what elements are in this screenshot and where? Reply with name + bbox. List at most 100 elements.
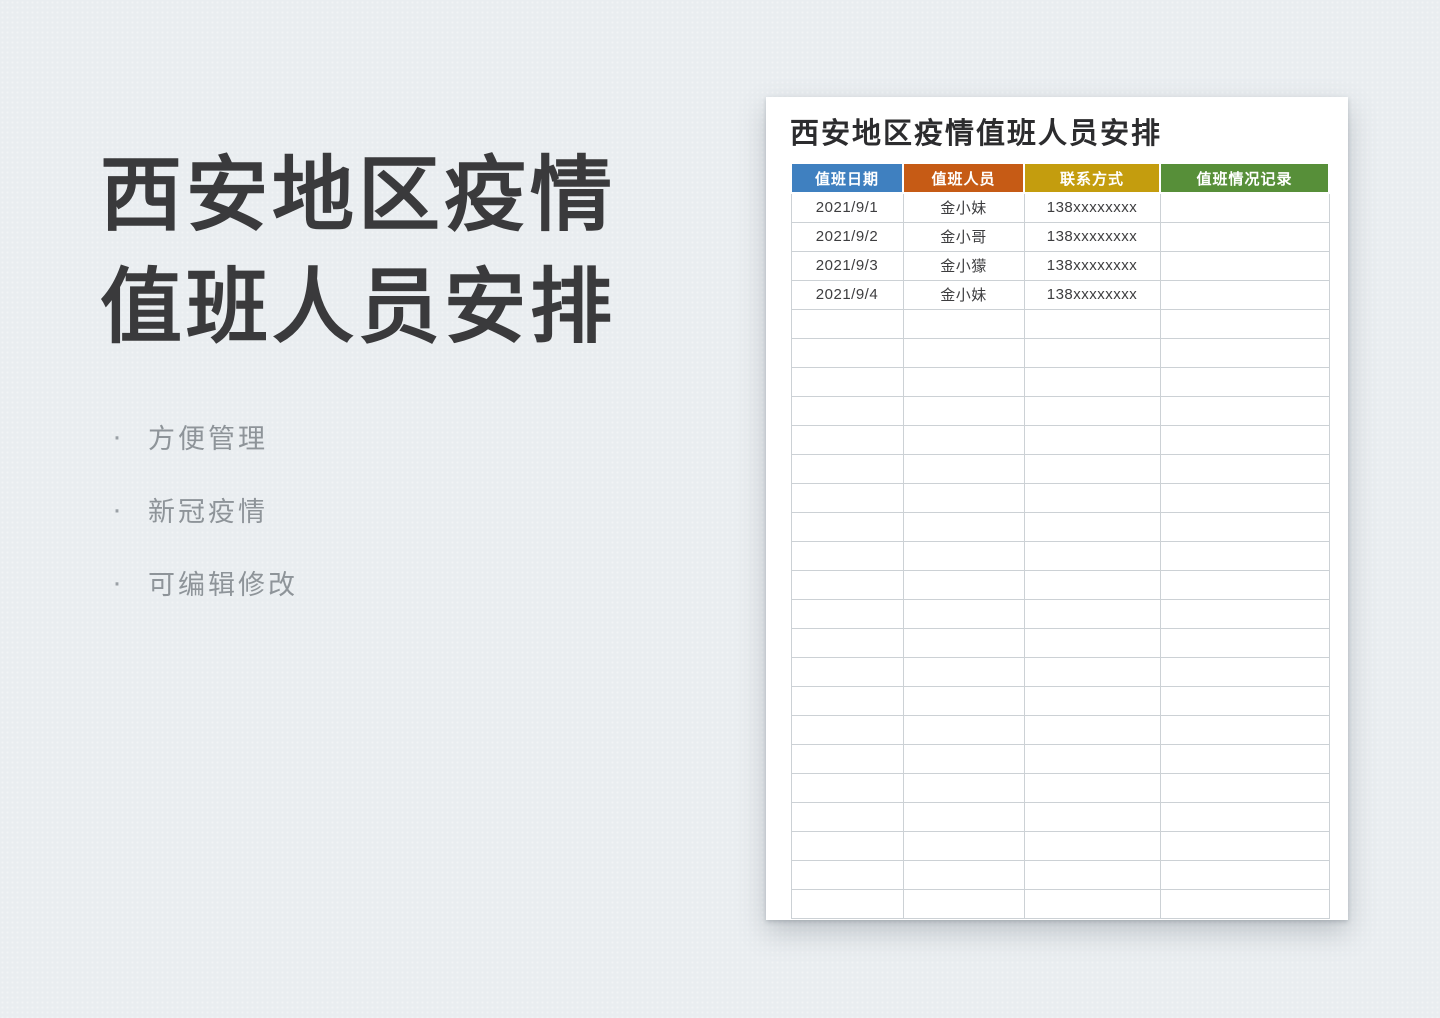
- empty-row: [791, 425, 1329, 454]
- table-cell: [1160, 860, 1329, 889]
- table-cell: 138xxxxxxxx: [1024, 251, 1160, 280]
- table-cell: [1024, 454, 1160, 483]
- table-cell: [1024, 570, 1160, 599]
- table-cell: [1024, 309, 1160, 338]
- table-cell: [1160, 744, 1329, 773]
- table-cell: [791, 657, 903, 686]
- table-cell: 金小妹: [903, 280, 1024, 309]
- empty-row: [791, 396, 1329, 425]
- table-cell: [903, 773, 1024, 802]
- empty-row: [791, 541, 1329, 570]
- column-header: 值班日期: [791, 163, 903, 193]
- table-cell: [1024, 860, 1160, 889]
- table-cell: [791, 686, 903, 715]
- table-cell: [903, 860, 1024, 889]
- duty-row: 2021/9/2金小哥138xxxxxxxx: [791, 222, 1329, 251]
- table-cell: [1024, 744, 1160, 773]
- table-cell: [791, 512, 903, 541]
- table-cell: [791, 338, 903, 367]
- table-cell: [791, 715, 903, 744]
- table-cell: [903, 396, 1024, 425]
- table-cell: [1024, 425, 1160, 454]
- table-cell: [1024, 889, 1160, 918]
- empty-row: [791, 483, 1329, 512]
- empty-row: [791, 860, 1329, 889]
- table-cell: [791, 860, 903, 889]
- empty-row: [791, 744, 1329, 773]
- empty-row: [791, 831, 1329, 860]
- table-cell: [1160, 454, 1329, 483]
- empty-row: [791, 570, 1329, 599]
- table-cell: [903, 744, 1024, 773]
- table-cell: [791, 309, 903, 338]
- table-cell: [1160, 396, 1329, 425]
- empty-row: [791, 367, 1329, 396]
- table-cell: [791, 831, 903, 860]
- table-cell: [791, 367, 903, 396]
- sheet-card: 西安地区疫情值班人员安排 值班日期值班人员联系方式值班情况记录 2021/9/1…: [766, 97, 1348, 920]
- table-cell: [903, 628, 1024, 657]
- table-cell: 金小獴: [903, 251, 1024, 280]
- table-cell: [791, 483, 903, 512]
- table-cell: [903, 338, 1024, 367]
- table-cell: [1160, 599, 1329, 628]
- table-cell: 2021/9/4: [791, 280, 903, 309]
- table-cell: [903, 889, 1024, 918]
- table-cell: 138xxxxxxxx: [1024, 222, 1160, 251]
- bullet-dot-icon: ·: [112, 568, 125, 598]
- column-header: 联系方式: [1024, 163, 1160, 193]
- table-cell: [1160, 367, 1329, 396]
- table-cell: 金小妹: [903, 193, 1024, 222]
- duty-row: 2021/9/4金小妹138xxxxxxxx: [791, 280, 1329, 309]
- empty-row: [791, 454, 1329, 483]
- table-cell: [1024, 338, 1160, 367]
- table-cell: [791, 802, 903, 831]
- table-cell: [791, 599, 903, 628]
- empty-row: [791, 889, 1329, 918]
- table-cell: [1024, 657, 1160, 686]
- table-cell: [791, 773, 903, 802]
- feature-item-label: 方便管理: [148, 424, 268, 454]
- bullet-dot-icon: ·: [112, 495, 125, 525]
- page-title-line2: 值班人员安排: [100, 262, 616, 353]
- bullet-dot-icon: ·: [112, 422, 125, 452]
- empty-row: [791, 512, 1329, 541]
- table-cell: [791, 570, 903, 599]
- table-cell: [903, 541, 1024, 570]
- column-header: 值班人员: [903, 163, 1024, 193]
- table-cell: [791, 541, 903, 570]
- table-cell: [1160, 570, 1329, 599]
- empty-row: [791, 628, 1329, 657]
- table-cell: [791, 425, 903, 454]
- table-cell: [1024, 367, 1160, 396]
- table-cell: [903, 657, 1024, 686]
- table-cell: 2021/9/3: [791, 251, 903, 280]
- table-cell: [1024, 686, 1160, 715]
- feature-item-editable: · 可编辑修改: [112, 570, 700, 600]
- table-cell: [1024, 802, 1160, 831]
- empty-row: [791, 599, 1329, 628]
- header-row: 值班日期值班人员联系方式值班情况记录: [791, 163, 1329, 193]
- table-cell: [903, 483, 1024, 512]
- table-cell: [1160, 512, 1329, 541]
- page-title-line1: 西安地区疫情: [100, 150, 616, 241]
- table-cell: [1160, 802, 1329, 831]
- empty-row: [791, 686, 1329, 715]
- table-cell: [1160, 222, 1329, 251]
- duty-row: 2021/9/3金小獴138xxxxxxxx: [791, 251, 1329, 280]
- table-cell: 2021/9/1: [791, 193, 903, 222]
- table-cell: [903, 570, 1024, 599]
- empty-row: [791, 773, 1329, 802]
- feature-item-label: 新冠疫情: [148, 497, 268, 527]
- table-cell: [1160, 251, 1329, 280]
- sheet-title: 西安地区疫情值班人员安排: [790, 110, 1348, 152]
- duty-table: 值班日期值班人员联系方式值班情况记录 2021/9/1金小妹138xxxxxxx…: [790, 162, 1330, 919]
- empty-row: [791, 657, 1329, 686]
- table-cell: [1024, 396, 1160, 425]
- table-cell: [903, 599, 1024, 628]
- duty-table-body: 2021/9/1金小妹138xxxxxxxx2021/9/2金小哥138xxxx…: [791, 193, 1329, 918]
- feature-item-covid: · 新冠疫情: [112, 497, 700, 527]
- table-cell: [1160, 425, 1329, 454]
- table-cell: [1160, 628, 1329, 657]
- feature-item-label: 可编辑修改: [148, 570, 298, 600]
